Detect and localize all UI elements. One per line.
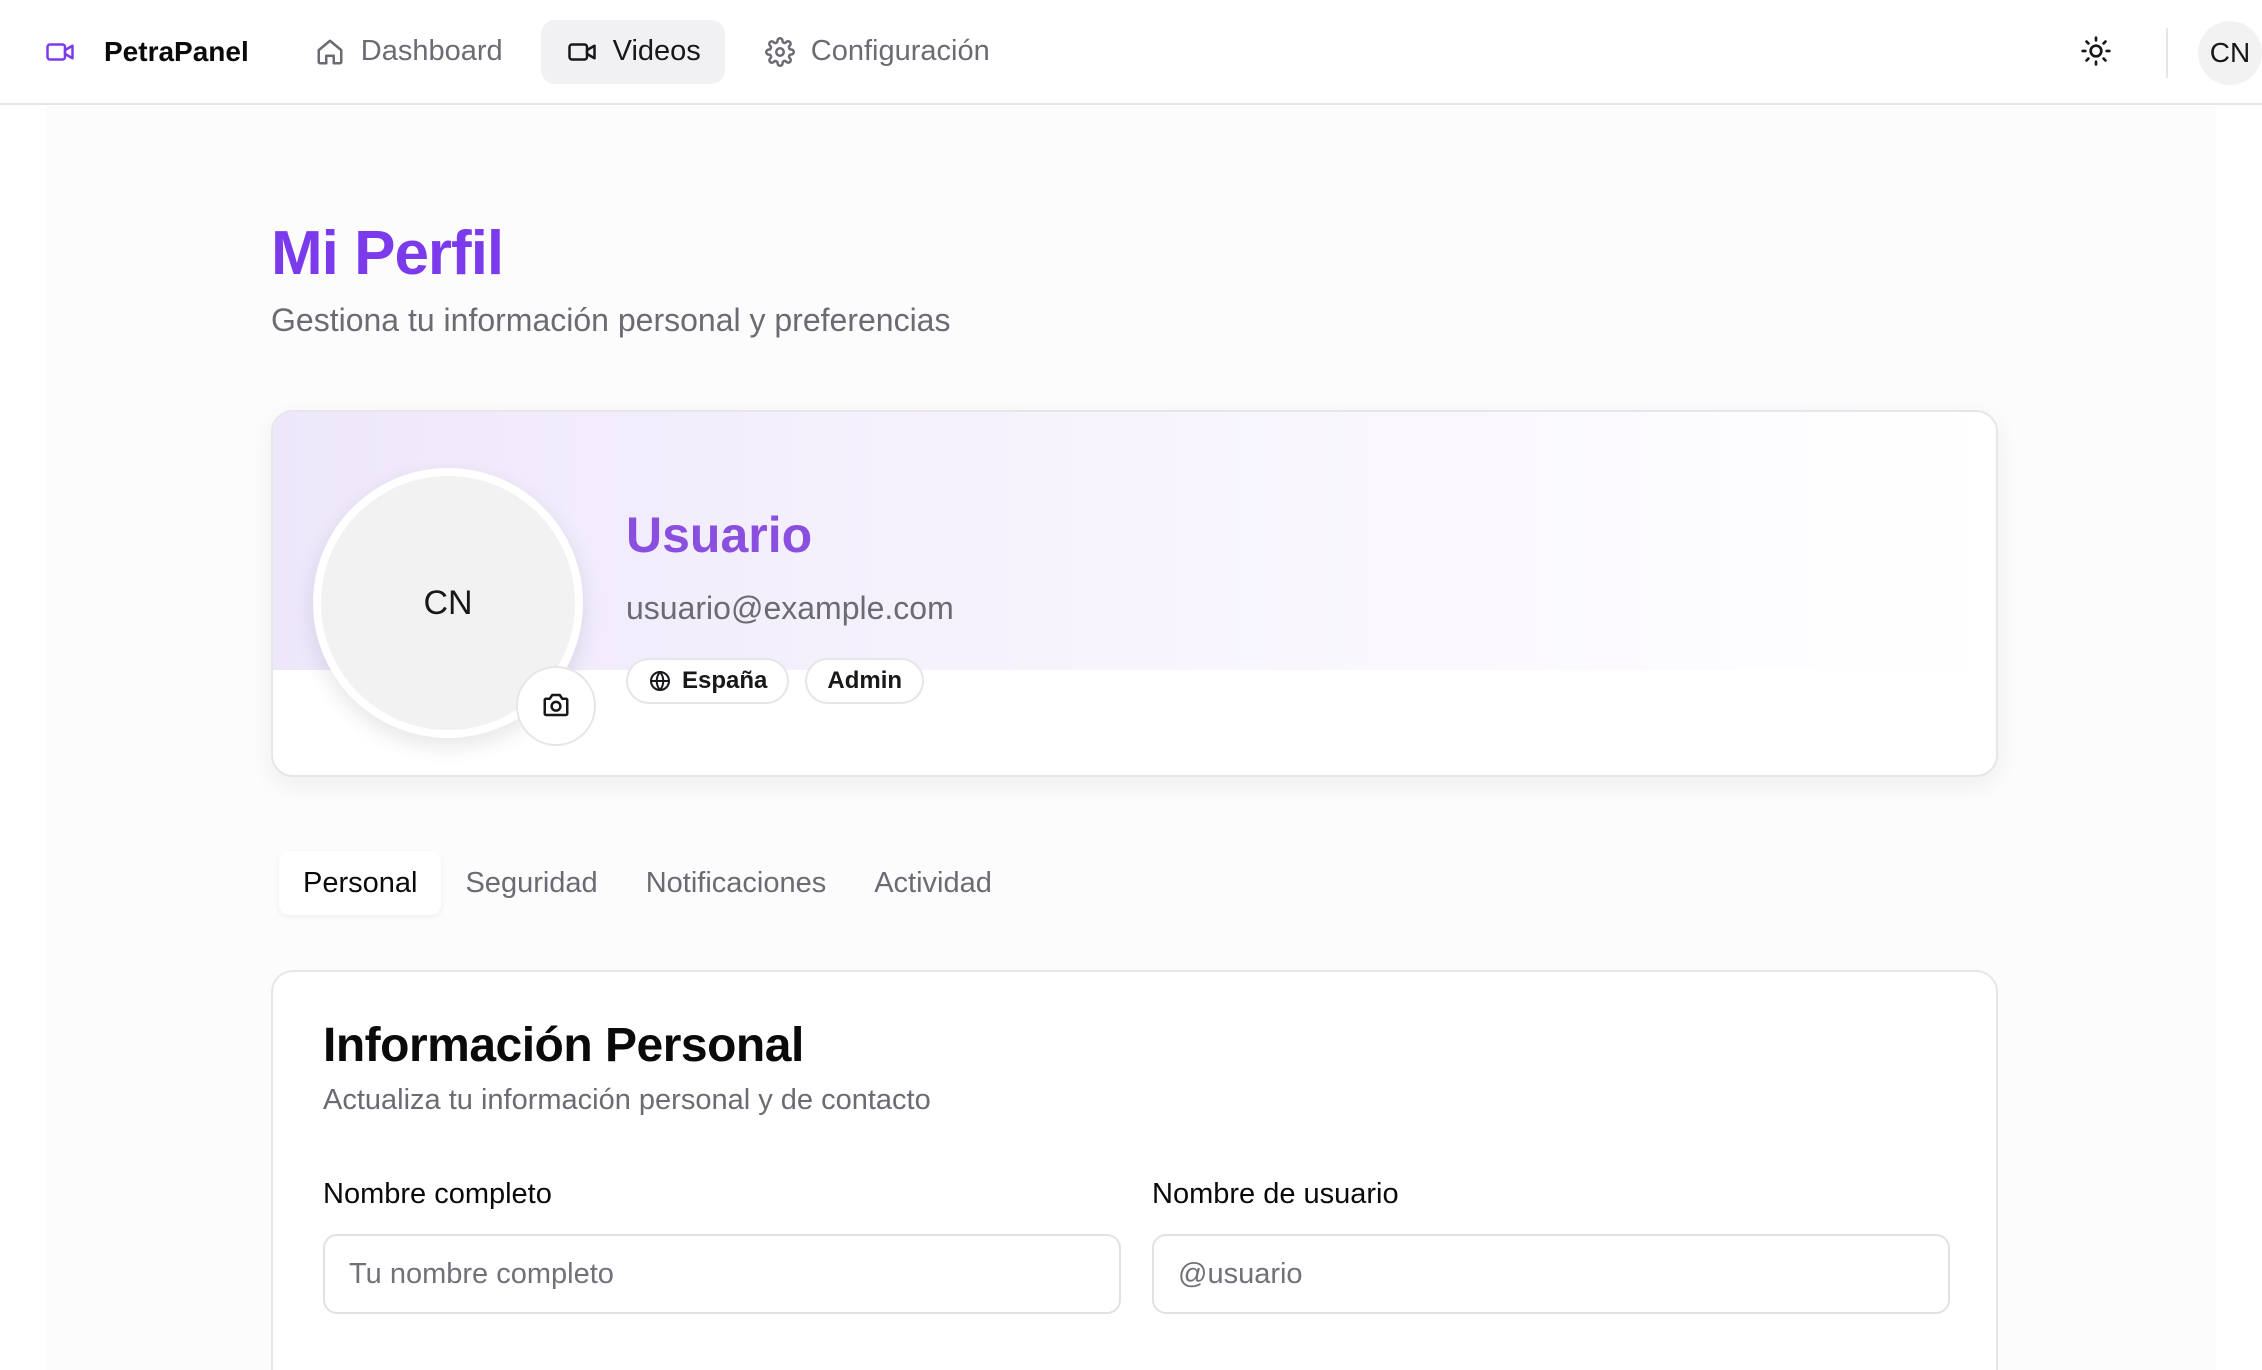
tab-actividad[interactable]: Actividad [850,851,1016,915]
profile-badges: España Admin [626,658,940,704]
section-subtitle: Actualiza tu información personal y de c… [323,1084,931,1116]
profile-email: usuario@example.com [626,590,954,626]
nav-item-videos[interactable]: Videos [540,19,725,84]
change-avatar-button[interactable] [516,666,596,746]
theme-toggle-button[interactable] [2066,23,2126,83]
nav-item-label: Configuración [810,35,990,67]
badge-label: Admin [827,667,903,694]
nav-item-label: Videos [612,35,701,67]
nav-item-dashboard[interactable]: Dashboard [289,20,527,84]
username-input[interactable] [1152,1234,1950,1314]
user-avatar-button[interactable]: CN [2198,20,2262,85]
profile-card: CN Usuario usuario@example.com España Ad… [271,410,1998,777]
globe-icon [648,668,674,694]
top-navbar: PetraPanel Dashboard Videos Configuració… [0,0,2262,105]
tab-personal[interactable]: Personal [279,851,442,915]
topbar-actions: CN [2066,0,2262,105]
country-badge: España [626,658,790,704]
profile-tabs: Personal Seguridad Notificaciones Activi… [279,851,1016,915]
brand[interactable]: PetraPanel [40,32,249,72]
gear-icon [763,35,797,69]
brand-name: PetraPanel [104,35,249,67]
section-title: Información Personal [323,1019,804,1072]
sun-icon [2080,35,2112,70]
nav-item-configuracion[interactable]: Configuración [739,20,1014,84]
page-subtitle: Gestiona tu información personal y prefe… [271,302,951,338]
role-badge: Admin [805,658,925,704]
video-camera-icon [40,32,80,72]
home-icon [313,35,347,69]
nav-item-label: Dashboard [360,35,503,67]
badge-label: España [682,667,768,694]
main-nav: Dashboard Videos Configuración [289,19,1028,84]
tab-seguridad[interactable]: Seguridad [441,851,621,915]
full-name-label: Nombre completo [323,1178,552,1210]
divider [2166,27,2168,78]
app-page: PetraPanel Dashboard Videos Configuració… [0,0,2262,1370]
username-label: Nombre de usuario [1152,1178,1399,1210]
personal-info-card: Información Personal Actualiza tu inform… [271,970,1998,1370]
tab-notificaciones[interactable]: Notificaciones [622,851,851,915]
camera-icon [541,690,571,723]
profile-name: Usuario [626,507,813,563]
page-title: Mi Perfil [271,219,504,288]
video-icon [565,35,599,69]
full-name-input[interactable] [323,1234,1121,1314]
